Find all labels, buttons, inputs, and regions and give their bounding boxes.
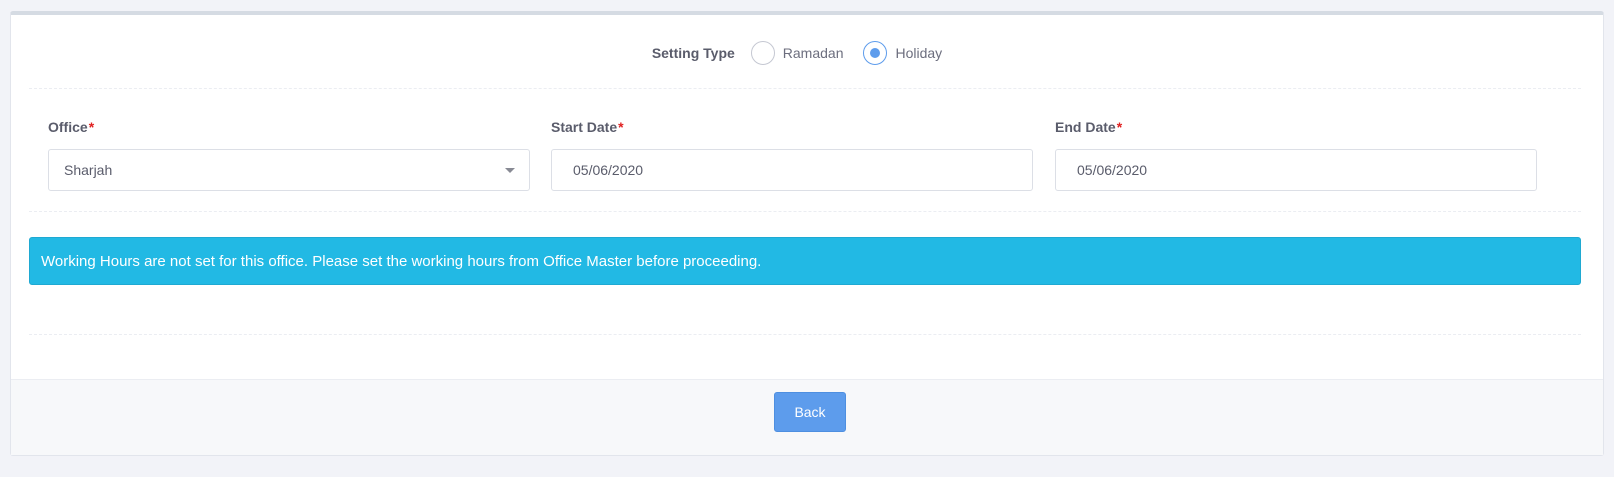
radio-holiday-circle[interactable]: [863, 41, 888, 65]
office-field: Office* Sharjah: [48, 119, 530, 191]
start-date-input[interactable]: 05/06/2020: [551, 149, 1033, 191]
card-footer: Back: [11, 379, 1603, 455]
end-date-field: End Date* 05/06/2020: [1055, 119, 1537, 191]
radio-holiday-label: Holiday: [895, 45, 943, 61]
office-select-value: Sharjah: [64, 162, 113, 178]
required-mark: *: [88, 119, 95, 135]
required-mark: *: [1116, 119, 1123, 135]
setting-type-label: Setting Type: [651, 45, 735, 61]
office-select[interactable]: Sharjah: [48, 149, 530, 191]
chevron-down-icon[interactable]: [505, 168, 515, 173]
office-label: Office*: [48, 119, 95, 135]
setting-type-row: Setting Type Ramadan Holiday: [11, 35, 1603, 71]
end-date-label: End Date*: [1055, 119, 1123, 135]
radio-ramadan-circle[interactable]: [750, 41, 775, 65]
start-date-value: 05/06/2020: [573, 162, 644, 178]
holiday-settings-card: Setting Type Ramadan Holiday Office* Sha…: [10, 11, 1604, 456]
divider: [29, 211, 1581, 212]
end-date-value: 05/06/2020: [1077, 162, 1148, 178]
back-button[interactable]: Back: [774, 392, 846, 432]
start-date-field: Start Date* 05/06/2020: [551, 119, 1033, 191]
end-date-input[interactable]: 05/06/2020: [1055, 149, 1537, 191]
radio-holiday[interactable]: Holiday: [863, 41, 942, 65]
divider: [29, 88, 1581, 89]
divider: [29, 334, 1581, 335]
radio-ramadan-label: Ramadan: [782, 45, 844, 61]
radio-ramadan[interactable]: Ramadan: [750, 41, 844, 65]
start-date-label: Start Date*: [551, 119, 624, 135]
required-mark: *: [618, 119, 624, 135]
working-hours-alert: Working Hours are not set for this offic…: [29, 237, 1581, 285]
